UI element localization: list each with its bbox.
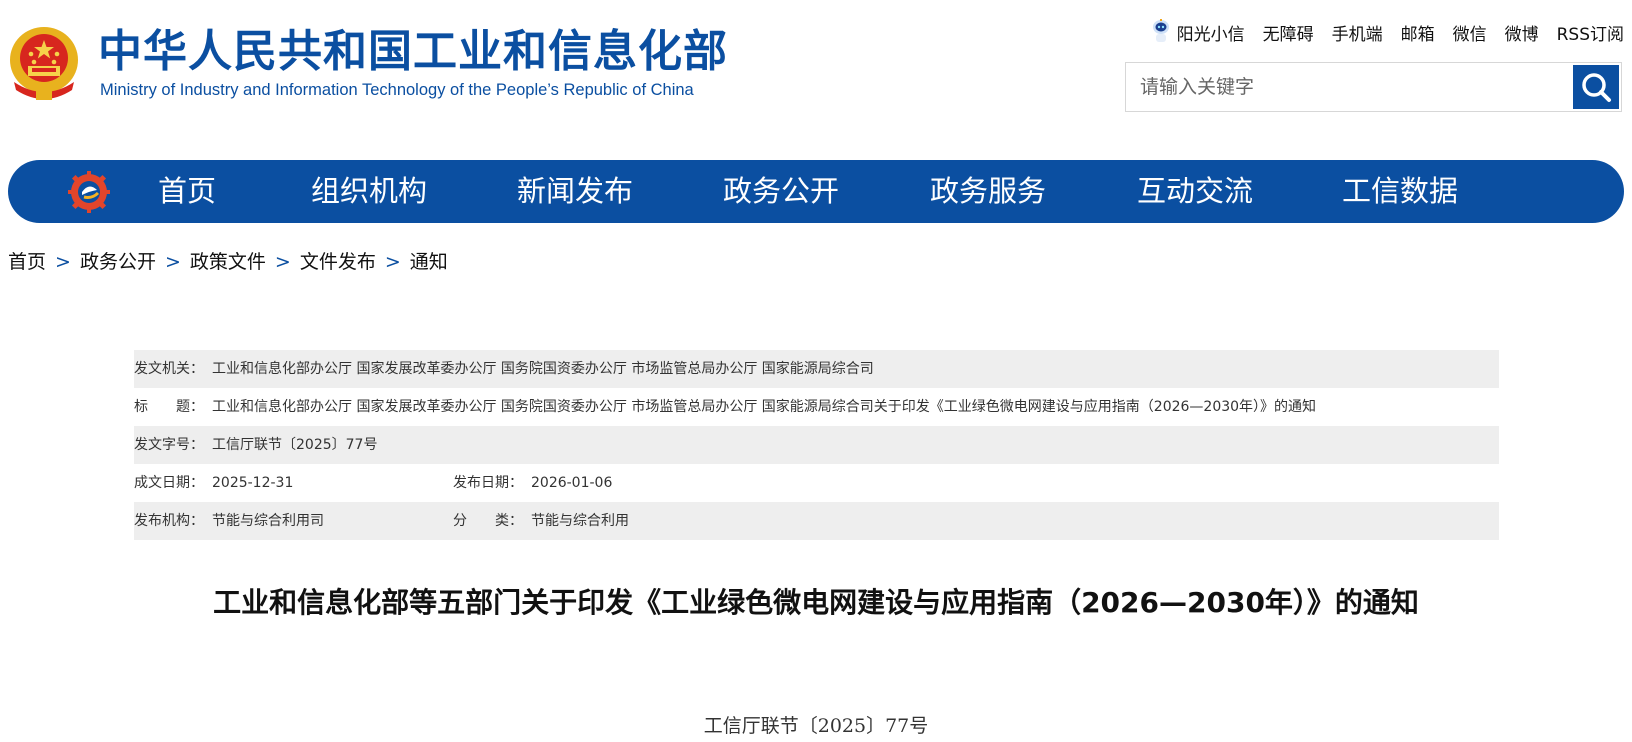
nav-item-home[interactable]: 首页	[158, 160, 216, 223]
issuer-value: 工业和信息化部办公厅 国家发展改革委办公厅 国务院国资委办公厅 市场监管总局办公…	[212, 361, 874, 377]
toplink-rss[interactable]: RSS订阅	[1557, 20, 1624, 45]
nav-item-organization[interactable]: 组织机构	[311, 160, 427, 223]
breadcrumb-document-release[interactable]: 文件发布	[300, 251, 376, 273]
category-label: 分 类：	[453, 513, 523, 529]
toplink-mobile[interactable]: 手机端	[1332, 20, 1383, 45]
title-label: 标 题：	[134, 399, 204, 415]
document-info-table: 发文机关： 工业和信息化部办公厅 国家发展改革委办公厅 国务院国资委办公厅 市场监…	[134, 350, 1499, 540]
info-row-dates: 成文日期： 2025-12-31 发布日期： 2026-01-06	[134, 464, 1499, 502]
site-subtitle: Ministry of Industry and Information Tec…	[100, 81, 694, 99]
info-row-issuer: 发文机关： 工业和信息化部办公厅 国家发展改革委办公厅 国务院国资委办公厅 市场监…	[134, 350, 1499, 388]
breadcrumb-government-affairs[interactable]: 政务公开	[80, 251, 156, 273]
toplink-sunshine-xiaoxin[interactable]: 阳光小信	[1177, 20, 1245, 45]
info-row-docno: 发文字号： 工信厅联节〔2025〕77号	[134, 426, 1499, 464]
miit-logo-icon	[68, 171, 110, 213]
toplink-wechat[interactable]: 微信	[1453, 20, 1487, 45]
breadcrumb-separator: >	[384, 251, 401, 273]
breadcrumb-separator: >	[55, 251, 71, 273]
written-date-label: 成文日期：	[134, 475, 204, 491]
main-nav: 首页 组织机构 新闻发布 政务公开 政务服务 互动交流 工信数据	[8, 160, 1624, 223]
search-button[interactable]	[1573, 65, 1619, 109]
toplink-accessibility[interactable]: 无障碍	[1263, 20, 1314, 45]
docno-value: 工信厅联节〔2025〕77号	[212, 437, 378, 453]
site-header: 中华人民共和国工业和信息化部 Ministry of Industry and …	[0, 0, 1632, 140]
breadcrumb-home[interactable]: 首页	[8, 251, 46, 273]
breadcrumb-policy-documents[interactable]: 政策文件	[190, 251, 266, 273]
breadcrumb: 首页 > 政务公开 > 政策文件 > 文件发布 > 通知	[8, 248, 448, 276]
nav-item-news[interactable]: 新闻发布	[517, 160, 633, 223]
toplink-weibo[interactable]: 微博	[1505, 20, 1539, 45]
national-emblem-icon[interactable]	[6, 24, 82, 104]
nav-item-government-services[interactable]: 政务服务	[930, 160, 1046, 223]
breadcrumb-separator: >	[274, 251, 291, 273]
category-value: 节能与综合利用	[531, 513, 629, 529]
article-doc-number: 工信厅联节〔2025〕77号	[703, 715, 929, 737]
search-icon	[1582, 73, 1611, 102]
search-input[interactable]	[1126, 63, 1572, 111]
toplink-mailbox[interactable]: 邮箱	[1401, 20, 1435, 45]
docno-label: 发文字号：	[134, 437, 204, 453]
info-row-org-category: 发布机构： 节能与综合利用司 分 类： 节能与综合利用	[134, 502, 1499, 540]
org-label: 发布机构：	[134, 513, 204, 529]
top-links: 阳光小信 无障碍 手机端 邮箱 微信 微博 RSS订阅	[1151, 18, 1624, 46]
published-date-value: 2026-01-06	[531, 475, 613, 491]
title-value: 工业和信息化部办公厅 国家发展改革委办公厅 国务院国资委办公厅 市场监管总局办公…	[212, 399, 1317, 415]
breadcrumb-separator: >	[164, 251, 181, 273]
robot-assistant-icon[interactable]	[1151, 18, 1171, 46]
org-value: 节能与综合利用司	[212, 513, 324, 529]
nav-item-government-affairs[interactable]: 政务公开	[723, 160, 839, 223]
published-date-label: 发布日期：	[453, 475, 523, 491]
article-title: 工业和信息化部等五部门关于印发《工业绿色微电网建设与应用指南（2026—2030…	[213, 586, 1419, 619]
issuer-label: 发文机关：	[134, 361, 204, 377]
info-row-title: 标 题： 工业和信息化部办公厅 国家发展改革委办公厅 国务院国资委办公厅 市场监管…	[134, 388, 1499, 426]
site-title: 中华人民共和国工业和信息化部	[98, 26, 728, 77]
written-date-value: 2025-12-31	[212, 475, 294, 491]
search-box	[1125, 62, 1622, 112]
breadcrumb-notice[interactable]: 通知	[410, 251, 448, 273]
nav-item-interaction[interactable]: 互动交流	[1137, 160, 1253, 223]
nav-item-miit-data[interactable]: 工信数据	[1342, 160, 1458, 223]
